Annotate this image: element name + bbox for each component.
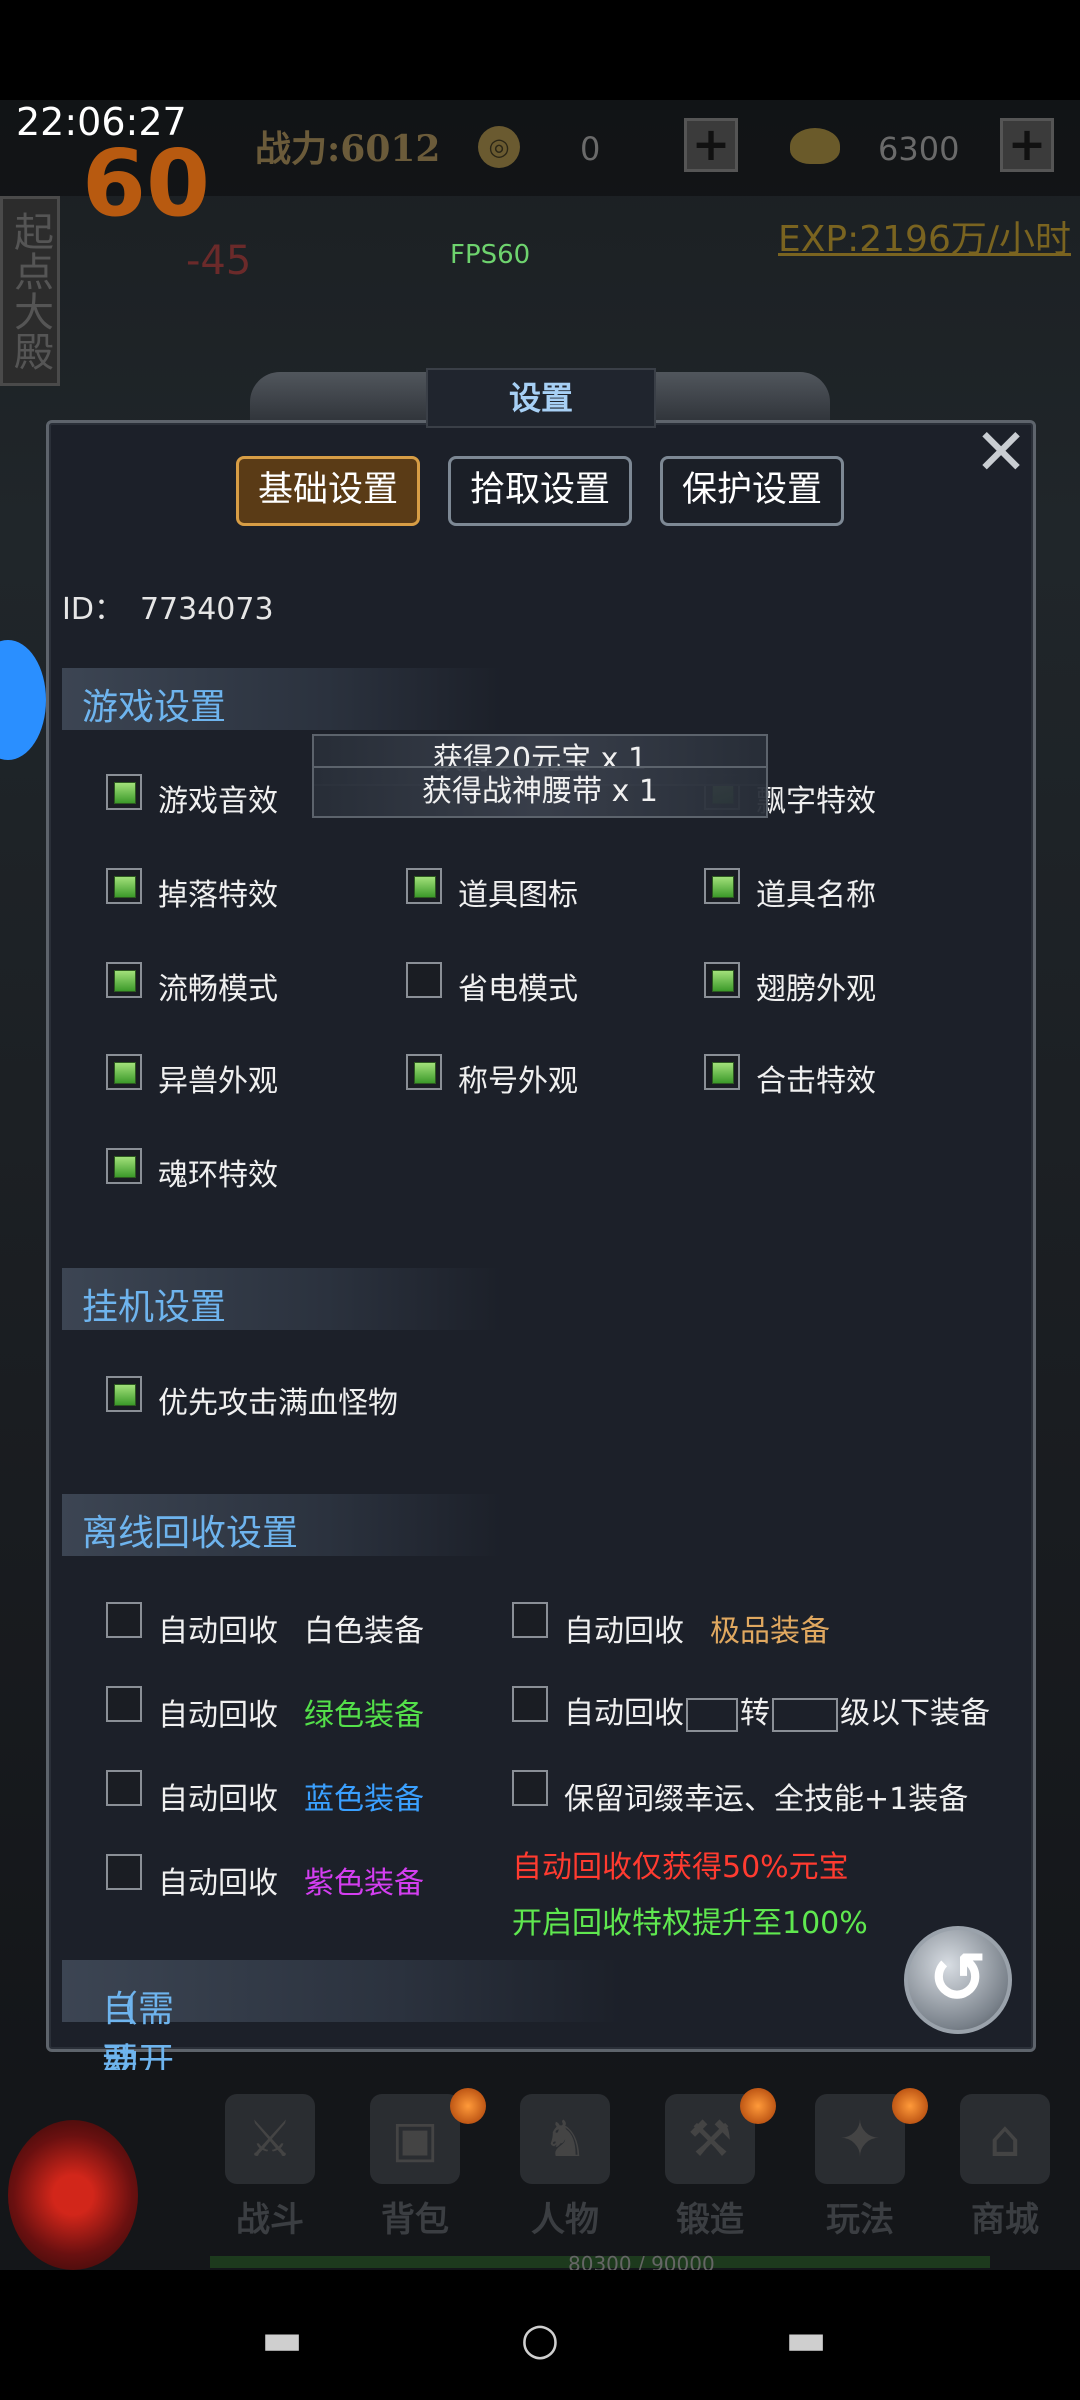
label-recycle-blue: 自动回收 蓝色装备 — [158, 1782, 424, 1817]
level-input[interactable] — [772, 1697, 838, 1732]
player-id: ID： 7734073 — [62, 584, 274, 628]
shop-icon: ⌂ — [960, 2094, 1050, 2184]
home-icon[interactable]: ○ — [500, 2314, 580, 2365]
back-nav-icon[interactable]: ▬ — [766, 2314, 846, 2365]
label-recycle-green: 自动回收 绿色装备 — [158, 1698, 424, 1733]
checkbox-recycle-by-level[interactable] — [512, 1686, 548, 1722]
note-recycle-half: 自动回收仅获得50%元宝 — [512, 1850, 849, 1885]
checkbox-game-sound[interactable] — [106, 774, 142, 810]
nav-shop[interactable]: ⌂ 商城 — [935, 2080, 1075, 2250]
checkbox-power-saving[interactable] — [406, 962, 442, 998]
section-idle-settings: 挂机设置 — [62, 1268, 502, 1330]
label-game-sound: 游戏音效 — [158, 784, 278, 819]
label-recycle-purple: 自动回收 紫色装备 — [158, 1866, 424, 1901]
label-item-icon: 道具图标 — [458, 878, 578, 913]
checkbox-beast-appearance[interactable] — [106, 1054, 142, 1090]
checkbox-soul-ring-effect[interactable] — [106, 1148, 142, 1184]
tab-pickup-settings[interactable]: 拾取设置 — [448, 456, 632, 526]
note-recycle-privilege: 开启回收特权提升至100% — [512, 1906, 868, 1941]
label-wing-appearance: 翅膀外观 — [756, 972, 876, 1007]
notification-badge — [450, 2088, 486, 2124]
checkbox-title-appearance[interactable] — [406, 1054, 442, 1090]
tab-protection-settings[interactable]: 保护设置 — [660, 456, 844, 526]
checkbox-recycle-green[interactable] — [106, 1686, 142, 1722]
helmet-icon: ♞ — [520, 2094, 610, 2184]
menu-icon[interactable]: ▬ — [242, 2314, 322, 2365]
label-floating-text: 飘字特效 — [756, 784, 876, 819]
taiji-icon[interactable] — [8, 2120, 138, 2270]
label-smooth-mode: 流畅模式 — [158, 972, 278, 1007]
damage-number: -45 — [186, 238, 252, 284]
fps-counter: 60 — [82, 130, 211, 237]
notification-badge — [740, 2088, 776, 2124]
nav-battle[interactable]: ⚔ 战斗 — [200, 2080, 340, 2250]
section-game-settings: 游戏设置 — [62, 668, 502, 730]
label-attack-full-hp: 优先攻击满血怪物 — [158, 1386, 398, 1421]
notification-badge — [892, 2088, 928, 2124]
tab-basic-settings[interactable]: 基础设置 — [236, 456, 420, 526]
fps-text: FPS60 — [450, 240, 531, 270]
coin-value: 0 — [580, 130, 601, 168]
add-coin-button[interactable]: + — [684, 118, 738, 172]
close-icon[interactable]: ✕ — [972, 421, 1030, 485]
id-label: ID： — [62, 592, 124, 627]
label-beast-appearance: 异兽外观 — [158, 1064, 278, 1099]
checkbox-recycle-purple[interactable] — [106, 1854, 142, 1890]
add-ingot-button[interactable]: + — [1000, 118, 1054, 172]
dialog-title: 设置 — [426, 368, 656, 428]
label-combo-effect: 合击特效 — [756, 1064, 876, 1099]
checkbox-combo-effect[interactable] — [704, 1054, 740, 1090]
label-recycle-white: 自动回收 白色装备 — [158, 1614, 424, 1649]
toast-message: 获得战神腰带 x 1 — [312, 766, 768, 818]
checkbox-recycle-white[interactable] — [106, 1602, 142, 1638]
label-drop-effect: 掉落特效 — [158, 878, 278, 913]
checkbox-drop-effect[interactable] — [106, 868, 142, 904]
checkbox-recycle-best[interactable] — [512, 1602, 548, 1638]
section-auto-use: 自动使用（需要开通战神特权） — [62, 1960, 622, 2238]
coin-icon: ◎ — [478, 126, 520, 168]
nav-character[interactable]: ♞ 人物 — [495, 2080, 635, 2250]
bag-icon: ▣ — [370, 2094, 460, 2184]
label-item-name: 道具名称 — [756, 878, 876, 913]
checkbox-recycle-blue[interactable] — [106, 1770, 142, 1806]
label-power-saving: 省电模式 — [458, 972, 578, 1007]
exp-rate-link[interactable]: EXP:2196万/小时 — [778, 210, 1071, 262]
turn-input[interactable] — [686, 1697, 738, 1732]
label-keep-affix: 保留词缀幸运、全技能+1装备 — [564, 1782, 969, 1817]
checkbox-keep-affix[interactable] — [512, 1770, 548, 1806]
status-bar-bg — [0, 0, 1080, 100]
label-recycle-by-level: 自动回收转级以下装备 — [564, 1696, 990, 1732]
label-recycle-best: 自动回收 极品装备 — [564, 1614, 830, 1649]
swords-icon: ⚔ — [225, 2094, 315, 2184]
section-offline-recycle: 离线回收设置 — [62, 1494, 502, 1556]
checkbox-item-name[interactable] — [704, 868, 740, 904]
checkbox-smooth-mode[interactable] — [106, 962, 142, 998]
combat-power: 战力:6012 — [255, 128, 441, 170]
id-value: 7734073 — [139, 592, 274, 627]
back-icon[interactable]: ↺ — [904, 1926, 1012, 2034]
checkbox-item-icon[interactable] — [406, 868, 442, 904]
label-soul-ring-effect: 魂环特效 — [158, 1158, 278, 1193]
side-tab-palace[interactable]: 起点大殿 — [0, 196, 60, 386]
ingot-icon — [790, 128, 840, 164]
checkbox-attack-full-hp[interactable] — [106, 1376, 142, 1412]
ingot-value: 6300 — [878, 130, 960, 168]
checkbox-wing-appearance[interactable] — [704, 962, 740, 998]
label-title-appearance: 称号外观 — [458, 1064, 578, 1099]
